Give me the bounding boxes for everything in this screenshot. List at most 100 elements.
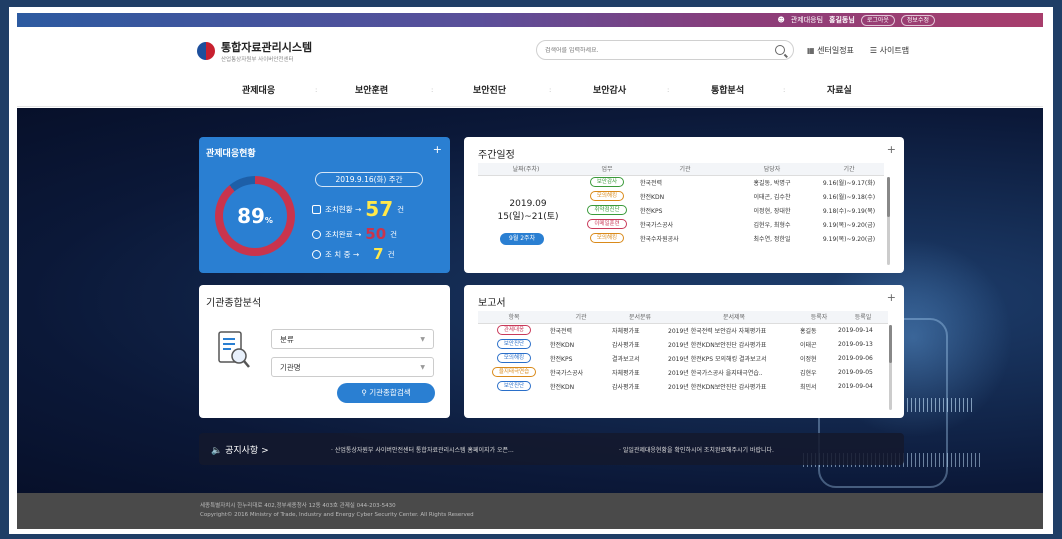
nav-item-monitoring[interactable]: 관제대응 bbox=[242, 83, 275, 96]
task-tag: 모의해킹 bbox=[589, 233, 625, 243]
table-row[interactable]: 을지태극연습 한국가스공사 자체평가표 2019년 한국가스공사 을지태극연습.… bbox=[478, 365, 888, 379]
week-badge[interactable]: 9월 2주차 bbox=[500, 233, 545, 245]
more-plus-icon[interactable]: + bbox=[887, 291, 896, 304]
logout-button[interactable]: 로그아웃 bbox=[860, 14, 895, 26]
sitemap-link-label: 사이트맵 bbox=[879, 46, 910, 55]
status-count: 7 bbox=[373, 245, 384, 263]
completion-percent: 89 bbox=[237, 204, 265, 228]
status-row-done[interactable]: 조치완료 → 50 건 bbox=[312, 225, 397, 243]
user-icon: ☻ bbox=[777, 16, 785, 24]
search-icon[interactable] bbox=[775, 45, 785, 55]
calendar-icon: ▦ bbox=[807, 46, 815, 55]
panel-title: 관제대응현황 bbox=[206, 149, 256, 159]
date-cell: 2019-09-05 bbox=[838, 368, 873, 376]
column-header: 등록자 bbox=[800, 311, 838, 324]
schedule-link[interactable]: ▦ 센터일정표 bbox=[807, 45, 854, 56]
weekly-schedule-panel: 주간일정 + 날짜(주차) 업무 기관 담당자 기간 보안감사 한국전력 홍길동… bbox=[464, 137, 904, 273]
main-navigation: 관제대응 : 보안훈련 : 보안진단 : 보안감사 : 통합분석 : 자료실 bbox=[17, 73, 1043, 107]
author-cell: 홍길동 bbox=[800, 327, 817, 335]
panel-title: 기관종합분석 bbox=[206, 298, 262, 309]
status-count: 50 bbox=[365, 225, 387, 243]
column-header: 기간 bbox=[814, 163, 884, 176]
category-select[interactable]: 분류 ▼ bbox=[271, 329, 434, 349]
footer-address: 세종특별자치시 한누리대로 402,정부세종청사 12동 403호 관제실 04… bbox=[200, 503, 396, 509]
more-plus-icon[interactable]: + bbox=[433, 143, 442, 156]
notice-item[interactable]: · 산업통상자원부 사이버안전센터 통합자료관리시스템 홈페이지가 오픈... bbox=[331, 445, 514, 454]
notice-label[interactable]: 🔈 공지사항 > bbox=[211, 443, 269, 456]
notice-label-text: 공지사항 > bbox=[225, 446, 269, 456]
search-input[interactable] bbox=[545, 46, 745, 54]
table-row[interactable]: 보안진단 한전KDN 감사평가표 2019년 한전KDN보안진단 감사평가표 최… bbox=[478, 379, 888, 393]
org-cell: 한국가스공사 bbox=[640, 221, 674, 229]
org-cell: 한국가스공사 bbox=[550, 369, 584, 377]
period-cell: 9.16(월)~9.17(화) bbox=[822, 179, 876, 187]
scrollbar-thumb[interactable] bbox=[889, 325, 892, 363]
doc-category-cell: 감사평가표 bbox=[612, 383, 640, 391]
scrollbar[interactable] bbox=[887, 177, 890, 265]
org-cell: 한전KPS bbox=[550, 355, 573, 363]
week-label: 2019.9.16(화) 주간 bbox=[315, 172, 423, 187]
chevron-down-icon: ▼ bbox=[420, 363, 425, 371]
schedule-link-label: 센터일정표 bbox=[817, 46, 854, 55]
date-cell: 2019-09-13 bbox=[838, 340, 873, 348]
status-label: 조치현황 → bbox=[325, 204, 362, 214]
institution-select[interactable]: 기관명 ▼ bbox=[271, 357, 434, 377]
org-cell: 한전KDN bbox=[550, 383, 575, 391]
column-header: 담당자 bbox=[730, 163, 814, 176]
nav-item-analysis[interactable]: 통합분석 bbox=[711, 83, 744, 96]
task-tag: 모의해킹 bbox=[589, 191, 625, 201]
column-header: 기관 bbox=[640, 163, 730, 176]
nav-item-audit[interactable]: 보안감사 bbox=[593, 83, 626, 96]
calendar-icon bbox=[312, 204, 321, 214]
column-header: 기관 bbox=[550, 311, 612, 324]
institution-search-button[interactable]: ⚲ 기관종합검색 bbox=[337, 383, 435, 403]
status-row-progress[interactable]: 조 치 중 → 7 건 bbox=[312, 245, 394, 263]
status-unit: 건 bbox=[387, 249, 395, 259]
category-tag: 보안진단 bbox=[496, 381, 532, 391]
header-links: ▦ 센터일정표 ☰ 사이트맵 bbox=[807, 45, 909, 56]
doc-title-cell: 2019년 한전KPS 모의해킹 결과보고서 bbox=[668, 355, 767, 363]
person-cell: 최수연, 정한일 bbox=[753, 235, 791, 243]
site-header: 통합자료관리시스템 산업통상자원부 사이버안전센터 ▦ 센터일정표 ☰ 사이트맵 bbox=[17, 27, 1043, 73]
logo-title: 통합자료관리시스템 bbox=[221, 41, 313, 54]
person-cell: 이정현, 장대한 bbox=[753, 207, 791, 215]
person-cell: 김현우, 최형수 bbox=[753, 221, 791, 229]
table-row[interactable]: 모의해킹 한전KPS 결과보고서 2019년 한전KPS 모의해킹 결과보고서 … bbox=[478, 351, 888, 365]
author-cell: 이태곤 bbox=[800, 341, 817, 349]
chevron-down-icon: ▼ bbox=[420, 335, 425, 343]
scrollbar-thumb[interactable] bbox=[887, 177, 890, 217]
category-tag: 관제대응 bbox=[496, 325, 532, 336]
user-team: 관제대응팀 bbox=[790, 16, 824, 24]
category-tag: 모의해킹 bbox=[496, 353, 532, 363]
column-header: 업무 bbox=[574, 163, 640, 176]
more-plus-icon[interactable]: + bbox=[887, 143, 896, 156]
nav-item-archive[interactable]: 자료실 bbox=[827, 83, 852, 96]
monitoring-status-panel: 관제대응현황 + 89% 2019.9.16(화) 주간 조치현황 → 57 건… bbox=[199, 137, 450, 273]
org-cell: 한전KDN bbox=[550, 341, 575, 349]
notice-item[interactable]: · 일일관제대응현황을 확인하시어 조치완료해주시기 바랍니다. bbox=[619, 445, 774, 454]
table-row[interactable]: 보안진단 한전KDN 감사평가표 2019년 한전KDN보안진단 감사평가표 이… bbox=[478, 337, 888, 351]
site-footer: 세종특별자치시 한누리대로 402,정부세종청사 12동 403호 관제실 04… bbox=[17, 493, 1043, 529]
column-header: 날짜(주차) bbox=[478, 163, 574, 176]
list-icon: ☰ bbox=[869, 46, 878, 55]
nav-item-training[interactable]: 보안훈련 bbox=[355, 83, 388, 96]
task-tag: 이메일훈련 bbox=[587, 219, 627, 229]
panel-title: 주간일정 bbox=[478, 150, 515, 161]
taegeuk-logo-icon bbox=[197, 42, 215, 60]
table-row[interactable]: 관제대응 한국전력 자체평가표 2019년 한국전력 보안감사 자체평가표 홍길… bbox=[478, 323, 888, 337]
status-row-action[interactable]: 조치현황 → 57 건 bbox=[312, 197, 404, 221]
scrollbar[interactable] bbox=[889, 325, 892, 410]
column-header: 문서분류 bbox=[612, 311, 668, 324]
site-logo[interactable]: 통합자료관리시스템 산업통상자원부 사이버안전센터 bbox=[197, 39, 312, 63]
doc-category-cell: 자체평가표 bbox=[612, 327, 640, 335]
nav-item-diagnosis[interactable]: 보안진단 bbox=[473, 83, 506, 96]
table-row[interactable]: 보안감사 한국전력 홍길동, 박명구 9.16(월)~9.17(화) bbox=[478, 175, 884, 189]
doc-category-cell: 결과보고서 bbox=[612, 355, 640, 363]
smile-icon bbox=[312, 249, 321, 259]
status-count: 57 bbox=[365, 197, 394, 221]
doc-title-cell: 2019년 한국전력 보안감사 자체평가표 bbox=[668, 327, 767, 335]
task-tag: 보안감사 bbox=[589, 177, 625, 188]
sitemap-link[interactable]: ☰ 사이트맵 bbox=[870, 45, 909, 56]
profile-edit-button[interactable]: 정보수정 bbox=[900, 14, 935, 26]
search-icon: ⚲ bbox=[361, 388, 367, 397]
